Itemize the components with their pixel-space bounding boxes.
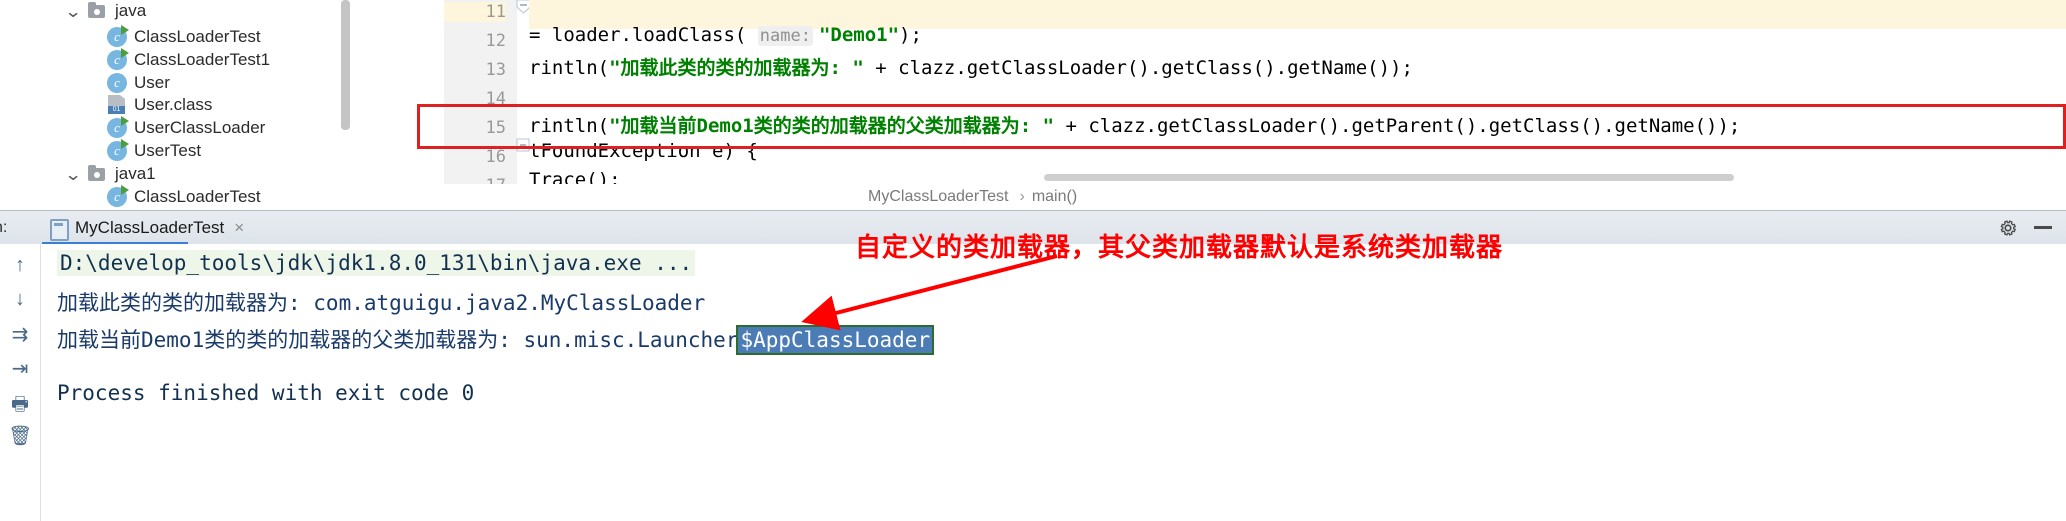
project-tree-scrollbar[interactable] <box>341 0 350 130</box>
console-selected-text[interactable]: $AppClassLoader <box>736 325 935 355</box>
folder-icon <box>86 2 108 20</box>
console-tab-icon <box>50 218 69 241</box>
code-text: = loader.loadClass( <box>529 24 758 46</box>
tree-item-label: java1 <box>115 164 156 183</box>
code-text: rintln( <box>529 57 610 79</box>
param-hint: name: <box>757 26 813 46</box>
gear-icon[interactable] <box>1998 218 2018 238</box>
chevron-down-icon[interactable]: ⌄ <box>60 166 86 183</box>
run-tab-myclassloadertest[interactable]: MyClassLoaderTest × <box>42 211 252 245</box>
chevron-down-icon[interactable]: ⌄ <box>60 3 86 20</box>
tree-item-label: ClassLoaderTest1 <box>134 50 271 69</box>
tree-item-label: ClassLoaderTest <box>134 27 261 46</box>
console-line-command: D:\develop_tools\jdk\jdk1.8.0_131\bin\ja… <box>57 250 696 276</box>
trash-icon[interactable]: 🗑 <box>8 424 32 448</box>
console-line-output-1: 加载此类的类的加载器为: com.atguigu.java2.MyClassLo… <box>57 291 706 315</box>
code-text: + clazz.getClassLoader().getClass().getN… <box>863 57 1413 79</box>
breadcrumb[interactable]: MyClassLoaderTest › main() <box>444 184 2066 210</box>
scroll-to-end-icon[interactable]: ⇥ <box>8 356 32 380</box>
java-class-icon: c <box>106 185 129 208</box>
line-number: 11 <box>444 2 506 22</box>
code-line-13[interactable]: rintln("加载此类的类的加载器为: " + clazz.getClassL… <box>529 53 1413 80</box>
up-arrow-icon[interactable]: ↑ <box>8 254 32 278</box>
print-icon[interactable]: 🖶 <box>8 390 32 415</box>
tree-item-java1-classloadertest[interactable]: c ClassLoaderTest <box>106 182 261 212</box>
line-number: 12 <box>485 31 506 51</box>
code-string: "Demo1" <box>818 24 900 46</box>
console-line-exit-status: Process finished with exit code 0 <box>57 381 475 405</box>
soft-wrap-icon[interactable]: ⇉ <box>8 322 32 346</box>
code-line-12[interactable]: = loader.loadClass( name: "Demo1"); <box>529 24 922 46</box>
down-arrow-icon[interactable]: ↓ <box>8 288 32 312</box>
line-number: 13 <box>485 60 506 80</box>
console-line-text: 加载当前Demo1类的类的加载器的父类加载器为: sun.misc.Launch… <box>57 328 739 352</box>
tree-item-label: User.class <box>134 95 213 114</box>
run-tab-label: MyClassLoaderTest <box>75 218 225 237</box>
tree-item-label: java <box>115 1 147 20</box>
line-number: 16 <box>485 147 506 167</box>
tree-item-label: ClassLoaderTest <box>134 187 261 206</box>
code-string: "加载此类的类的加载器为: " <box>609 57 864 79</box>
minimize-icon[interactable] <box>2034 226 2052 229</box>
console-line-output-2: 加载当前Demo1类的类的加载器的父类加载器为: sun.misc.Launch… <box>57 324 935 355</box>
console-toolbar[interactable]: ↑ ↓ ⇉ ⇥ 🖶 🗑 <box>0 244 41 521</box>
editor-horizontal-scrollbar[interactable] <box>444 172 2066 182</box>
folder-icon <box>86 165 108 183</box>
run-window-label: n: <box>0 219 8 236</box>
annotation-text: 自定义的类加载器，其父类加载器默认是系统类加载器 <box>855 232 1504 262</box>
breadcrumb-item-method[interactable]: main() <box>1032 188 1077 206</box>
console-scrollbar[interactable] <box>2052 244 2066 521</box>
tree-item-label: UserClassLoader <box>134 118 266 137</box>
breadcrumb-separator: › <box>1019 188 1025 205</box>
console-output[interactable]: D:\develop_tools\jdk\jdk1.8.0_131\bin\ja… <box>41 244 2066 521</box>
close-icon[interactable]: × <box>234 218 244 238</box>
breadcrumb-item-class[interactable]: MyClassLoaderTest <box>868 188 1009 206</box>
tree-item-label: UserTest <box>134 141 202 160</box>
code-text: ); <box>899 24 922 46</box>
code-highlight-box <box>417 104 2066 149</box>
